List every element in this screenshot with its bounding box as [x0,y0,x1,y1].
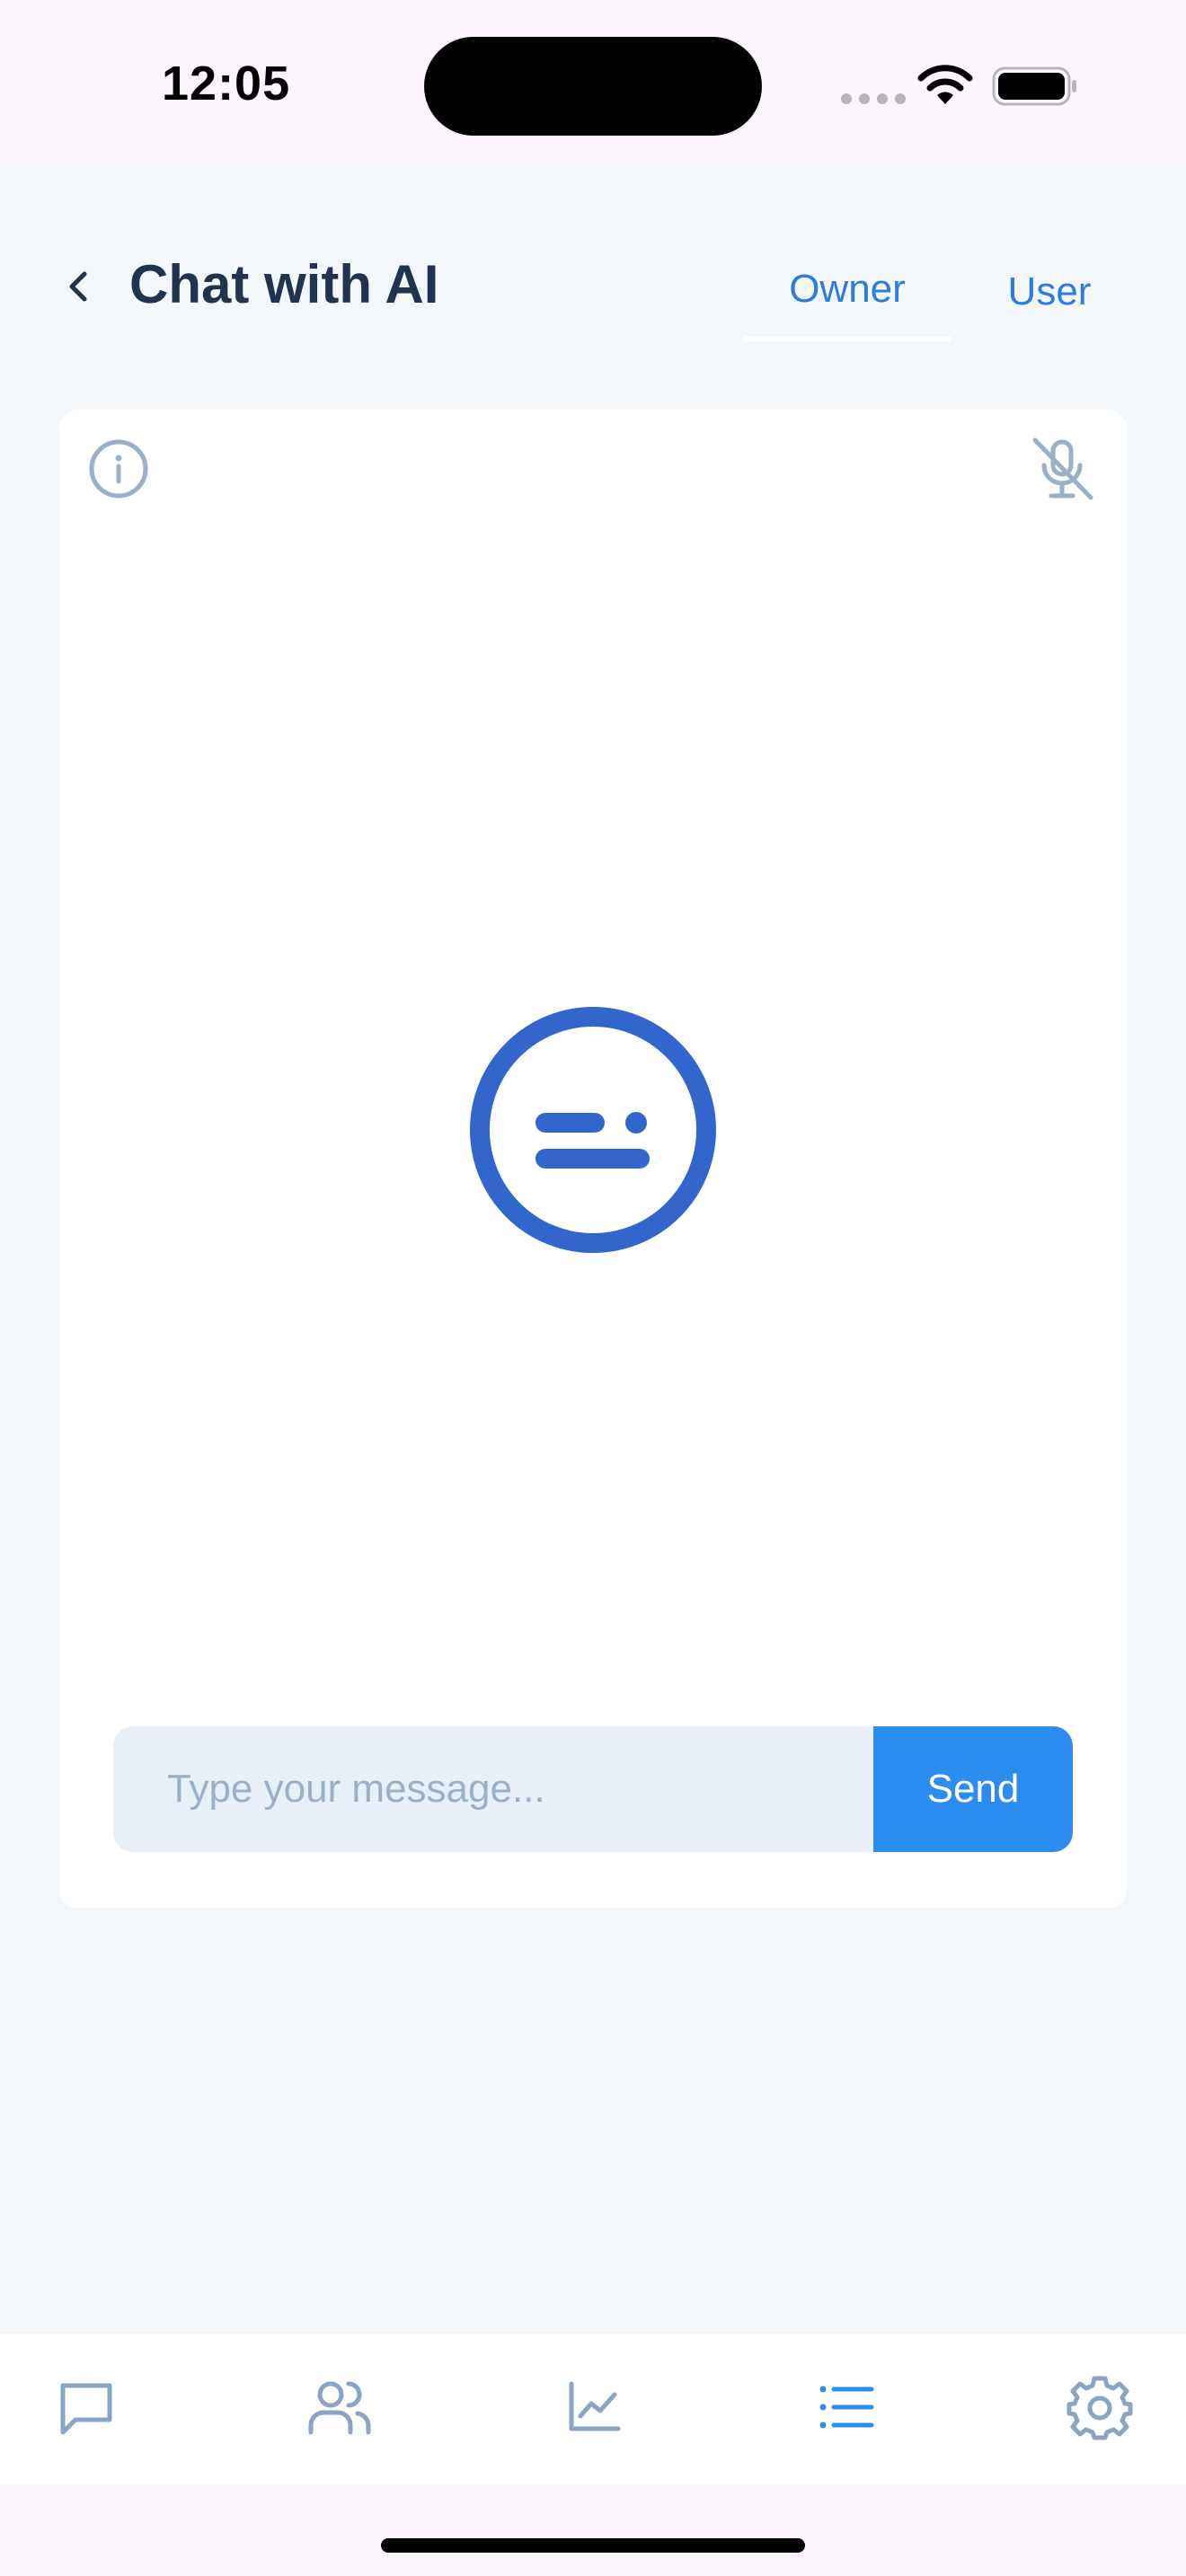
nav-item-settings[interactable] [1062,2369,1137,2445]
tab-user[interactable]: User [951,243,1148,341]
bottom-nav [0,2333,1186,2484]
message-input[interactable] [113,1726,873,1852]
nav-item-users[interactable] [302,2369,377,2445]
page-title: Chat with AI [129,254,439,314]
bot-face-icon [470,1007,716,1253]
home-indicator-area [0,2484,1186,2576]
chat-bubble-icon [60,2383,112,2435]
chart-line-icon [569,2381,621,2431]
header: Chat with AI Owner User [0,167,1186,356]
status-time: 12:05 [162,57,291,110]
battery-icon [992,66,1076,106]
chevron-left-icon [69,271,87,302]
status-bar: 12:05 [0,0,1186,167]
gear-icon [1067,2376,1133,2440]
users-icon [308,2381,371,2435]
app-screen: 12:05 Chat with AI Owner User Type your … [0,0,1186,2576]
info-icon[interactable] [86,437,151,501]
dynamic-island [424,37,762,136]
chat-panel: Send [59,410,1127,1908]
home-indicator[interactable] [381,2538,805,2553]
send-button[interactable]: Send [873,1726,1073,1852]
wifi-icon [917,65,973,104]
list-icon [819,2386,874,2429]
nav-item-chat[interactable] [49,2369,124,2445]
nav-item-list[interactable] [809,2369,884,2445]
message-composer: Send [113,1726,1073,1852]
signal-icon [841,93,906,104]
tab-owner[interactable]: Owner [744,243,951,341]
nav-item-analytics[interactable] [555,2369,631,2445]
mic-off-icon[interactable] [1028,435,1096,503]
back-button[interactable] [54,262,102,311]
role-tabs: Owner User [744,243,1148,341]
